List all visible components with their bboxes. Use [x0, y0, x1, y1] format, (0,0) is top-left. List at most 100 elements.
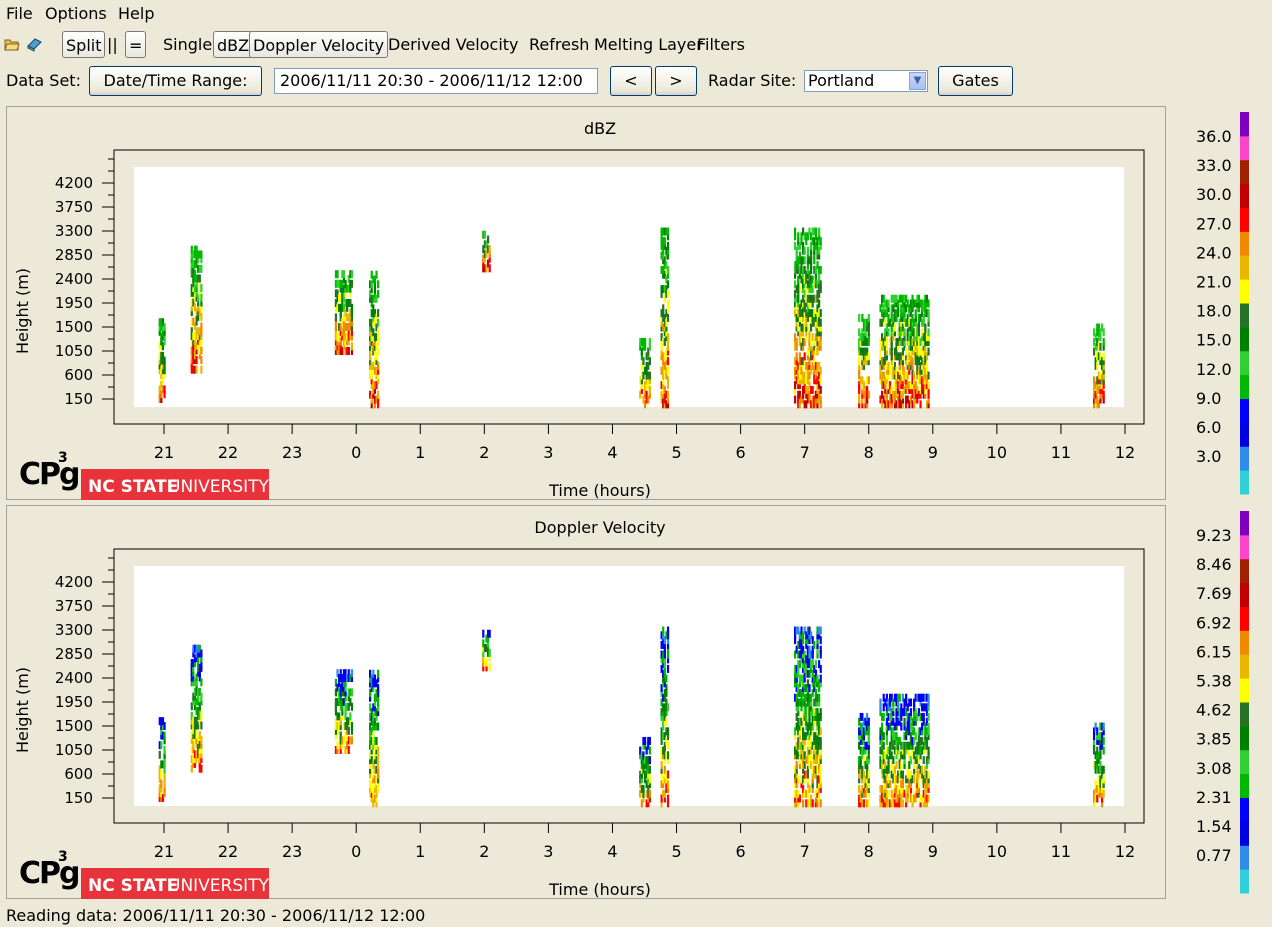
date-range-button[interactable]: Date/Time Range:: [89, 66, 262, 96]
x-tick-label: 4: [607, 443, 617, 462]
echo-pixel: [793, 395, 797, 404]
doppler-velocity-button[interactable]: Doppler Velocity: [249, 31, 389, 58]
echo-pixel: [927, 371, 930, 380]
colorbar-segment: [1240, 678, 1249, 703]
echo-pixel: [160, 741, 163, 750]
y-tick-label: 2850: [55, 246, 93, 264]
echo-pixel: [666, 390, 670, 399]
echo-pixel: [666, 626, 670, 635]
refresh-button[interactable]: Refresh: [529, 35, 589, 54]
dbz-button[interactable]: dBZ: [213, 31, 254, 58]
doppler-velocity-chart: Doppler Velocity150600105015001950240028…: [13, 518, 1145, 899]
x-axis-label: Time (hours): [548, 481, 651, 500]
echo-pixel: [903, 328, 906, 337]
echo-pixel: [819, 366, 822, 375]
echo-pixel: [663, 237, 666, 246]
x-tick-label: 3: [543, 443, 553, 462]
echo-pixel: [819, 727, 822, 736]
chart-title: Doppler Velocity: [534, 518, 665, 537]
echo-pixel: [867, 390, 870, 399]
melting-layer-button[interactable]: Melting Layer: [594, 35, 703, 54]
doppler-velocity-panel: Doppler Velocity 150 600 1050 1500 1950 2400 28…: [6, 505, 1166, 899]
colorbar-label: 36.0: [1196, 127, 1232, 146]
echo-pixel: [334, 313, 338, 322]
echo-pixel: [819, 799, 822, 808]
colorbar-segment: [1240, 821, 1249, 846]
chevron-down-icon[interactable]: ▼: [909, 72, 926, 90]
echo-pixel: [665, 717, 668, 726]
colorbar-segment: [1240, 135, 1249, 161]
echo-pixel: [887, 789, 890, 798]
echo-pixel: [200, 721, 203, 730]
echo-pixel: [819, 280, 822, 289]
echo-pixel: [377, 280, 380, 289]
echo-pixel: [808, 784, 811, 793]
colorbar-label: 9.23: [1196, 526, 1232, 545]
echo-pixel: [893, 323, 897, 332]
x-tick-label: 12: [1115, 443, 1135, 462]
echo-pixel: [819, 636, 822, 645]
menu-options[interactable]: Options: [45, 4, 107, 23]
echo-pixel: [375, 270, 378, 279]
ncsu-light-text: UNIVERSITY: [168, 876, 270, 896]
echo-pixel: [803, 256, 806, 265]
echo-pixel: [666, 265, 670, 274]
echo-pixel: [483, 230, 486, 239]
echo-pixel: [901, 770, 905, 779]
colorbar-segment: [1240, 773, 1249, 798]
pause-button[interactable]: ||: [107, 35, 118, 54]
echo-pixel: [803, 352, 806, 361]
echo-pixel: [1099, 342, 1102, 351]
echo-pixel: [818, 299, 821, 308]
echo-pixel: [924, 323, 927, 332]
x-tick-label: 1: [415, 842, 425, 861]
x-tick-label: 2: [479, 443, 489, 462]
echo-pixel: [377, 390, 380, 399]
menu-help[interactable]: Help: [118, 4, 154, 23]
echo-pixel: [927, 794, 930, 803]
echo-pixel: [662, 626, 665, 635]
echo-pixel: [666, 357, 670, 366]
y-tick-label: 1500: [55, 318, 93, 336]
dbz-panel: dBZ 150 600 1050 1500 1950 2400 2850 3300 3750 420…: [6, 106, 1166, 500]
colorbar-segment: [1240, 303, 1249, 328]
echo-pixel: [867, 376, 870, 385]
echo-pixel: [648, 371, 651, 380]
echo-pixel: [377, 309, 380, 318]
echo-cluster: [190, 245, 203, 374]
echo-pixel: [819, 645, 822, 654]
echo-pixel: [798, 794, 801, 803]
next-button[interactable]: >: [655, 66, 697, 96]
filters-button[interactable]: Filters: [697, 35, 745, 54]
book-icon[interactable]: [26, 36, 42, 52]
derived-velocity-button[interactable]: Derived Velocity: [388, 35, 519, 54]
colorbar-segment: [1240, 654, 1249, 679]
echo-pixel: [163, 746, 166, 754]
prev-button[interactable]: <: [610, 66, 652, 96]
date-range-field[interactable]: 2006/11/11 20:30 - 2006/11/12 12:00: [274, 68, 598, 94]
echo-pixel: [818, 693, 821, 702]
colorbar-segment: [1240, 398, 1249, 423]
equals-button[interactable]: =: [125, 31, 147, 58]
colorbar-segment: [1240, 845, 1249, 870]
split-button[interactable]: Split: [62, 31, 106, 58]
colorbar-label: 6.92: [1196, 613, 1232, 632]
open-folder-icon[interactable]: [4, 36, 20, 52]
colorbar-segment: [1240, 558, 1249, 584]
echo-pixel: [887, 328, 890, 337]
colorbar-label: 3.0: [1196, 447, 1221, 466]
echo-pixel: [900, 722, 903, 731]
echo-pixel: [881, 722, 884, 731]
status-bar: Reading data: 2006/11/11 20:30 - 2006/11…: [6, 906, 426, 925]
radar-site-select[interactable]: Portland ▼: [804, 70, 928, 92]
echo-pixel: [350, 303, 354, 312]
x-tick-label: 9: [928, 842, 938, 861]
menu-file[interactable]: File: [6, 4, 33, 23]
colorbar-label: 12.0: [1196, 360, 1232, 379]
gates-button[interactable]: Gates: [938, 66, 1013, 96]
x-tick-label: 1: [415, 443, 425, 462]
single-button[interactable]: Single: [163, 35, 212, 54]
echo-pixel: [813, 640, 816, 649]
echo-pixel: [377, 361, 380, 370]
echo-pixel: [1102, 775, 1105, 784]
